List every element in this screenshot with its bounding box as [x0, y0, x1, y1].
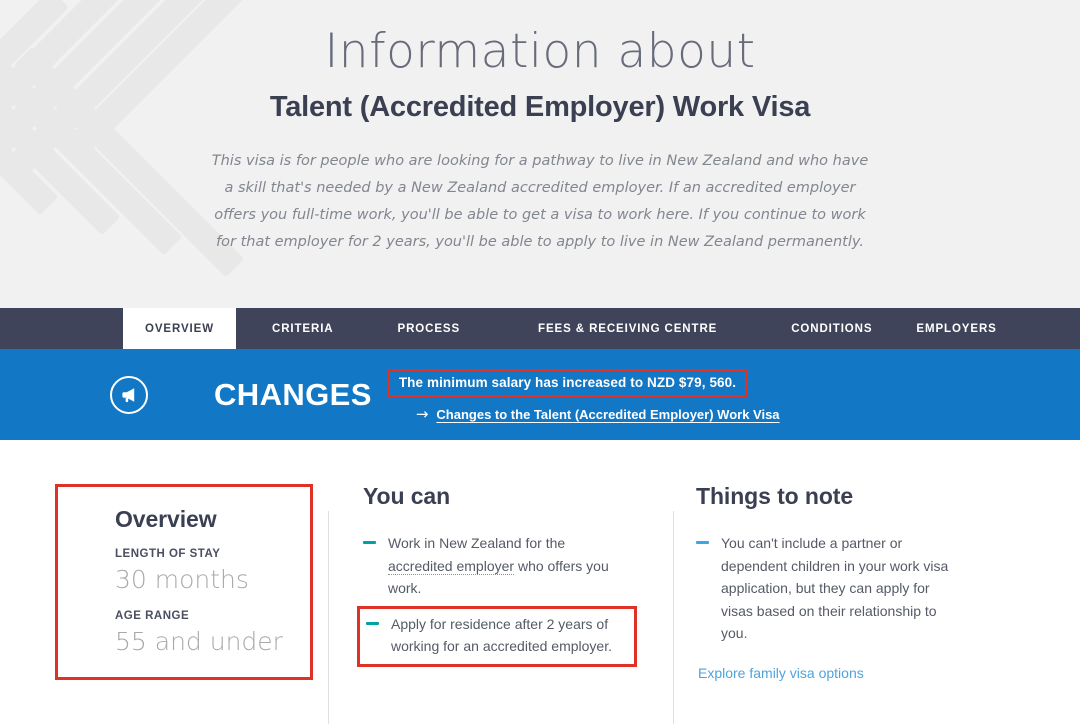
you-can-heading: You can	[363, 483, 451, 509]
accredited-employer-tooltip-term[interactable]: accredited employer	[388, 557, 515, 575]
arrow-right-icon: →	[415, 405, 429, 423]
tab-process[interactable]: PROCESS	[376, 308, 483, 349]
hero-description: This visa is for people who are looking …	[211, 153, 869, 250]
column-things-to-note: Things to note You can't include a partn…	[673, 483, 1080, 724]
tab-criteria[interactable]: CRITERIA	[250, 308, 356, 349]
section-tab-nav: OVERVIEW CRITERIA PROCESS FEES & RECEIVI…	[0, 308, 1080, 349]
page-title: Talent (Accredited Employer) Work Visa	[269, 91, 811, 123]
tab-employers[interactable]: EMPLOYERS	[894, 308, 1018, 349]
content-columns: Overview LENGTH OF STAY 30 months AGE RA…	[0, 440, 1080, 724]
list-item-text: Apply for residence after 2 years of wor…	[391, 615, 612, 655]
changes-content: The minimum salary has increased to NZD …	[387, 367, 780, 423]
list-item: Work in New Zealand for the accredited e…	[363, 531, 673, 601]
tab-conditions[interactable]: CONDITIONS	[769, 308, 894, 349]
column-overview: Overview LENGTH OF STAY 30 months AGE RA…	[0, 484, 328, 724]
list-item-highlighted: Apply for residence after 2 years of wor…	[357, 605, 637, 667]
age-range-label: AGE RANGE	[115, 610, 190, 623]
age-range-value: 55 and under	[115, 627, 283, 657]
overview-heading: Overview	[115, 506, 217, 532]
length-of-stay-value: 30 months	[115, 565, 249, 595]
column-you-can: You can Work in New Zealand for the accr…	[328, 483, 673, 724]
column-divider	[673, 511, 674, 724]
things-to-note-list: You can't include a partner or dependent…	[696, 531, 1080, 646]
changes-headline-text: The minimum salary has increased to NZD …	[398, 375, 737, 390]
list-item-text-pre: Work in New Zealand for the	[388, 535, 566, 552]
changes-banner: CHANGES The minimum salary has increased…	[0, 349, 1080, 440]
you-can-list: Work in New Zealand for the accredited e…	[357, 531, 673, 667]
changes-headline-highlight: The minimum salary has increased to NZD …	[387, 369, 748, 397]
things-to-note-heading: Things to note	[696, 483, 854, 509]
hero-eyebrow: Information about	[324, 24, 756, 79]
changes-link[interactable]: Changes to the Talent (Accredited Employ…	[436, 407, 779, 422]
tab-fees-and-receiving-centre[interactable]: FEES & RECEIVING CENTRE	[516, 308, 739, 349]
changes-label: CHANGES	[214, 376, 372, 412]
explore-family-visa-options-link[interactable]: Explore family visa options	[698, 665, 864, 681]
column-divider	[328, 511, 329, 724]
dash-bullet-icon	[696, 541, 709, 545]
hero-header: Information about Talent (Accredited Emp…	[0, 0, 1080, 308]
megaphone-icon	[110, 375, 148, 414]
list-item: You can't include a partner or dependent…	[696, 531, 1080, 646]
list-item-text: You can't include a partner or dependent…	[721, 535, 949, 642]
page-root: Information about Talent (Accredited Emp…	[0, 0, 1080, 724]
changes-link-row[interactable]: → Changes to the Talent (Accredited Empl…	[415, 405, 780, 423]
tab-overview[interactable]: OVERVIEW	[123, 308, 236, 349]
list-item-text: Work in New Zealand for the accredited e…	[388, 532, 626, 600]
length-of-stay-label: LENGTH OF STAY	[115, 548, 221, 561]
dash-bullet-icon	[363, 541, 376, 545]
overview-card-highlight: Overview LENGTH OF STAY 30 months AGE RA…	[55, 484, 313, 681]
dash-bullet-icon	[366, 621, 379, 625]
